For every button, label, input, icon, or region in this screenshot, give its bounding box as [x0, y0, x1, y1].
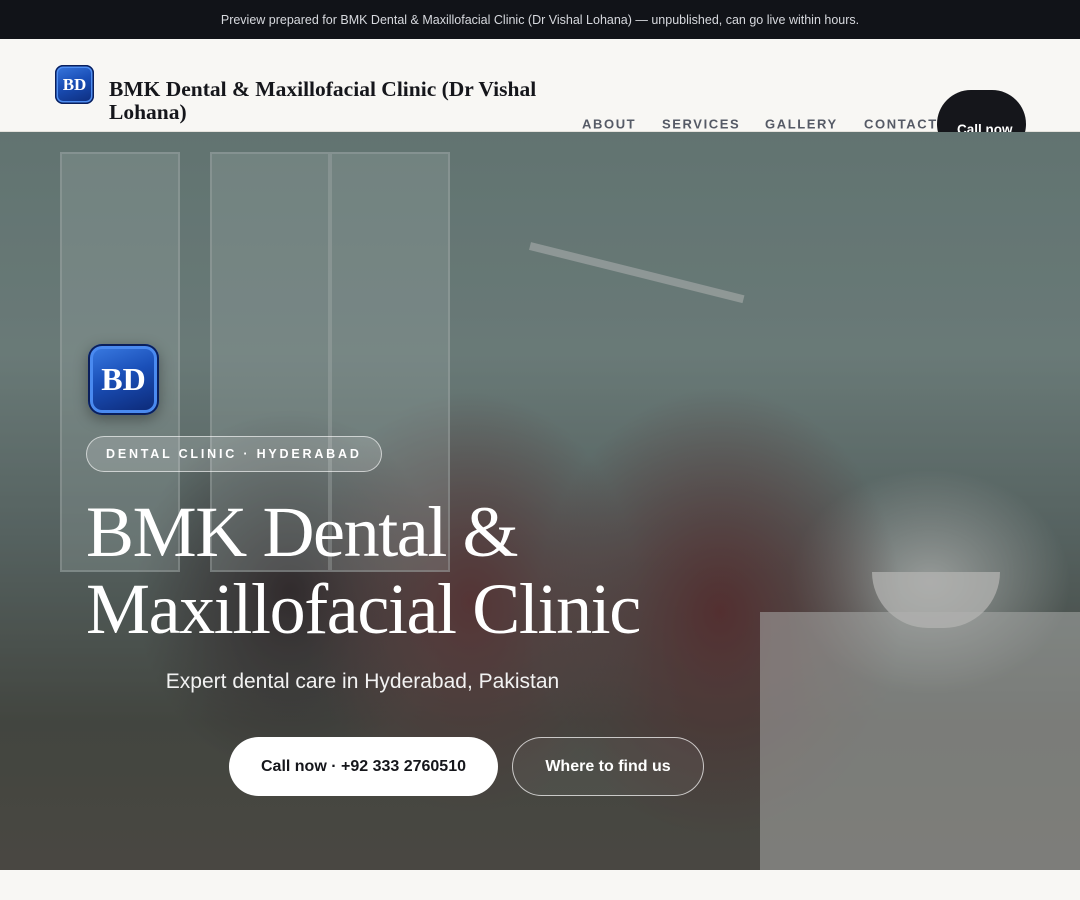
- site-header: BD BMK Dental & Maxillofacial Clinic (Dr…: [0, 39, 1080, 158]
- hero-call-button[interactable]: Call now · +92 333 2760510: [229, 737, 498, 796]
- nav-link-contact[interactable]: CONTACT: [864, 117, 938, 132]
- hero-badge: DENTAL CLINIC · HYDERABAD: [86, 436, 382, 472]
- hero-title: BMK Dental & Maxillofacial Clinic: [86, 492, 641, 649]
- next-section: [0, 870, 1080, 900]
- brand-name[interactable]: BMK Dental & Maxillofacial Clinic (Dr Vi…: [109, 78, 569, 124]
- hero-logo-icon: BD: [88, 344, 159, 415]
- brand-logo-icon[interactable]: BD: [55, 65, 94, 104]
- hero-directions-button[interactable]: Where to find us: [512, 737, 704, 796]
- nav-link-services[interactable]: SERVICES: [662, 117, 740, 132]
- hero-subtitle: Expert dental care in Hyderabad, Pakista…: [165, 670, 560, 693]
- hero-logo-initials: BD: [101, 361, 146, 397]
- hero-section: BD DENTAL CLINIC · HYDERABAD BMK Dental …: [0, 132, 1080, 870]
- preview-banner-text: Preview prepared for BMK Dental & Maxill…: [220, 12, 860, 27]
- preview-banner: Preview prepared for BMK Dental & Maxill…: [0, 0, 1080, 39]
- nav-link-gallery[interactable]: GALLERY: [765, 117, 838, 132]
- brand-logo-initials: BD: [62, 74, 87, 94]
- nav-link-about[interactable]: ABOUT: [582, 117, 636, 132]
